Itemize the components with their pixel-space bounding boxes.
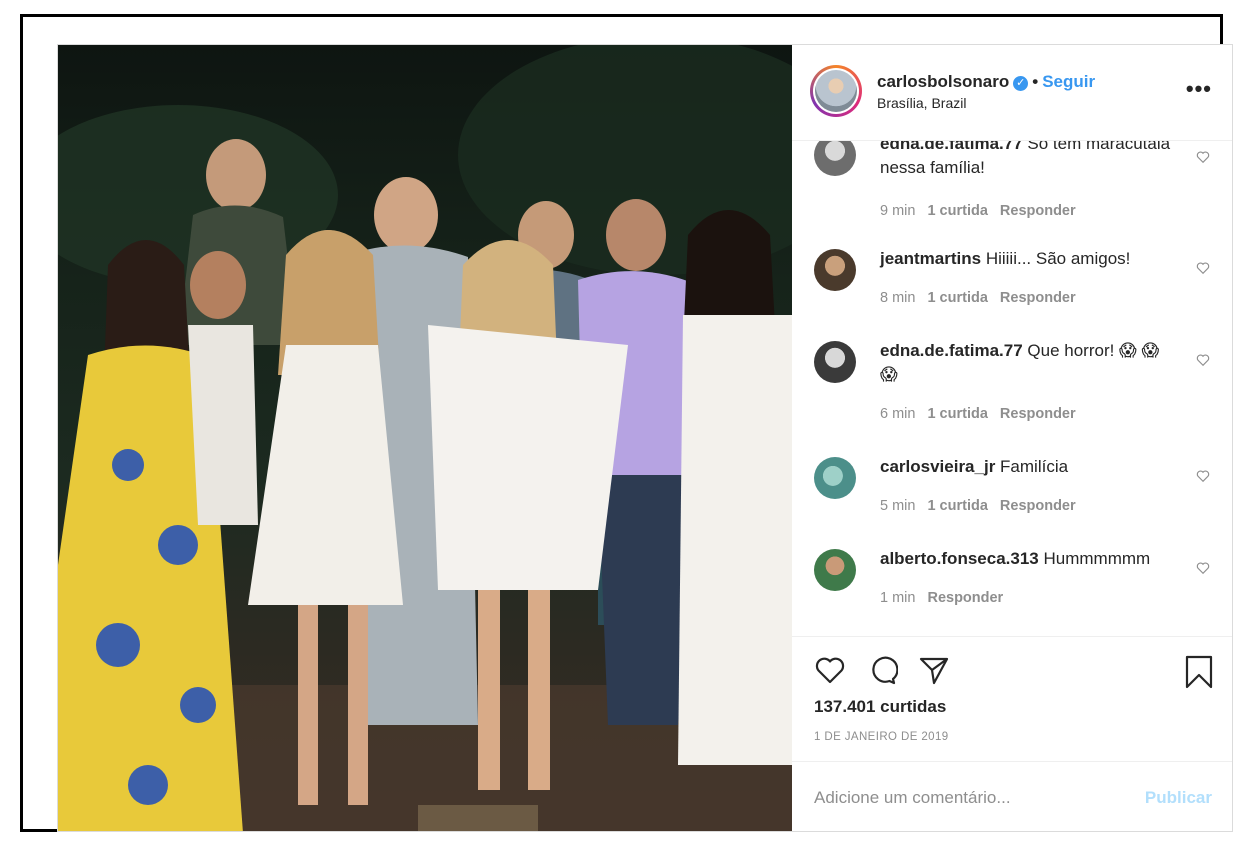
comment-body: Familícia xyxy=(1000,457,1069,476)
post-date[interactable]: 1 DE JANEIRO DE 2019 xyxy=(814,731,949,743)
comment-meta: 8 min 1 curtida Responder xyxy=(880,290,1076,306)
comment-time: 1 min xyxy=(880,590,916,606)
comment-username[interactable]: alberto.fonseca.313 xyxy=(880,549,1039,568)
share-icon[interactable] xyxy=(918,655,950,685)
comment-text: edna.de.fatima.77 Que horror! 😱 😱 😱 xyxy=(880,339,1176,387)
reply-button[interactable]: Responder xyxy=(1000,498,1076,514)
commenter-avatar[interactable] xyxy=(814,457,856,499)
comment-icon[interactable] xyxy=(866,655,898,685)
post-location[interactable]: Brasília, Brazil xyxy=(877,95,966,111)
follow-button[interactable]: Seguir xyxy=(1042,72,1095,91)
commenter-avatar[interactable] xyxy=(814,341,856,383)
comment-meta: 9 min 1 curtida Responder xyxy=(880,203,1076,219)
post-photo-image xyxy=(58,45,792,831)
comment-time: 6 min xyxy=(880,406,916,422)
bookmark-icon[interactable] xyxy=(1184,655,1214,689)
reply-button[interactable]: Responder xyxy=(1000,203,1076,219)
comment-time: 5 min xyxy=(880,498,916,514)
author-username[interactable]: carlosbolsonaro xyxy=(877,72,1009,91)
post-photo xyxy=(58,45,792,831)
comment-text: jeantmartins Hiiiii... São amigos! xyxy=(880,247,1176,271)
verified-icon: ✓ xyxy=(1013,76,1029,91)
comment-meta: 5 min 1 curtida Responder xyxy=(880,498,1076,514)
comment-likes[interactable]: 1 curtida xyxy=(927,290,987,306)
like-comment-icon[interactable] xyxy=(1196,150,1210,164)
separator-dot: • xyxy=(1032,72,1039,91)
comment-text: carlosvieira_jr Familícia xyxy=(880,455,1176,479)
comment-likes[interactable]: 1 curtida xyxy=(927,498,987,514)
post-actions: 137.401 curtidas 1 DE JANEIRO DE 2019 Ad… xyxy=(792,636,1232,831)
instagram-post: carlosbolsonaro ✓ • Seguir Brasília, Brazil… xyxy=(57,44,1233,832)
comment-username[interactable]: carlosvieira_jr xyxy=(880,457,995,476)
heart-icon[interactable] xyxy=(814,655,846,685)
comments-list[interactable]: edna.de.fatima.77 Só tem maracutaia ness… xyxy=(792,140,1232,636)
comment-username[interactable]: edna.de.fatima.77 xyxy=(880,341,1023,360)
comment-username[interactable]: jeantmartins xyxy=(880,249,981,268)
comment-input[interactable]: Adicione um comentário... xyxy=(814,788,1011,808)
like-comment-icon[interactable] xyxy=(1196,469,1210,483)
author-avatar[interactable] xyxy=(810,65,862,117)
reply-button[interactable]: Responder xyxy=(1000,406,1076,422)
author-line: carlosbolsonaro ✓ • Seguir xyxy=(877,72,1095,92)
comment-likes[interactable]: 1 curtida xyxy=(927,406,987,422)
more-icon[interactable]: ••• xyxy=(1186,76,1212,102)
likes-count[interactable]: 137.401 curtidas xyxy=(814,697,946,717)
comment-time: 8 min xyxy=(880,290,916,306)
commenter-avatar[interactable] xyxy=(814,140,856,176)
reply-button[interactable]: Responder xyxy=(1000,290,1076,306)
comment-text: edna.de.fatima.77 Só tem maracutaia ness… xyxy=(880,140,1176,180)
commenter-avatar[interactable] xyxy=(814,549,856,591)
like-comment-icon[interactable] xyxy=(1196,561,1210,575)
comment-likes[interactable]: 1 curtida xyxy=(927,203,987,219)
publish-button[interactable]: Publicar xyxy=(1145,788,1212,808)
comment-text: alberto.fonseca.313 Hummmmmm xyxy=(880,547,1176,571)
comment-meta: 6 min 1 curtida Responder xyxy=(880,406,1076,422)
comment-username[interactable]: edna.de.fatima.77 xyxy=(880,140,1023,153)
add-comment-bar: Adicione um comentário... Publicar xyxy=(792,761,1232,831)
comment-time: 9 min xyxy=(880,203,916,219)
comment-body: Hiiiii... São amigos! xyxy=(985,249,1131,268)
like-comment-icon[interactable] xyxy=(1196,353,1210,367)
like-comment-icon[interactable] xyxy=(1196,261,1210,275)
side-panel: carlosbolsonaro ✓ • Seguir Brasília, Brazil… xyxy=(792,45,1232,831)
commenter-avatar[interactable] xyxy=(814,249,856,291)
post-header: carlosbolsonaro ✓ • Seguir Brasília, Brazil… xyxy=(792,45,1232,141)
reply-button[interactable]: Responder xyxy=(927,590,1003,606)
comment-body: Hummmmmm xyxy=(1043,549,1151,568)
comment-meta: 1 min Responder xyxy=(880,590,1003,606)
screenshot-frame: carlosbolsonaro ✓ • Seguir Brasília, Brazil… xyxy=(20,14,1233,832)
